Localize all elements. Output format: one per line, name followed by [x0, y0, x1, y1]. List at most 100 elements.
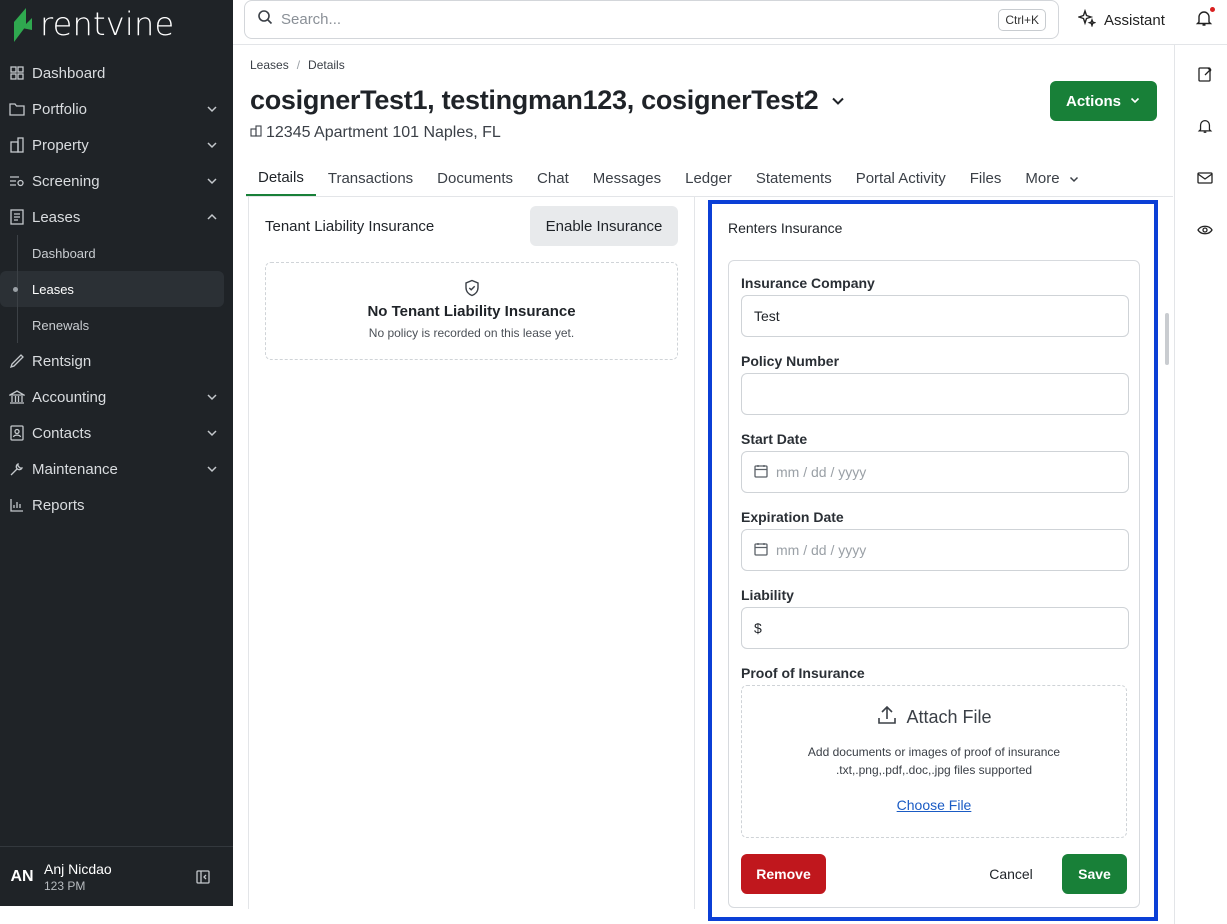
collapse-sidebar-icon[interactable] — [193, 867, 213, 887]
chevron-down-icon — [205, 174, 219, 188]
sidebar-item-dashboard[interactable]: Dashboard — [0, 55, 233, 91]
notifications-bell-icon[interactable] — [1195, 7, 1215, 29]
topbar: Search... Ctrl+K Assistant — [233, 0, 1227, 45]
liability-field[interactable]: $ — [741, 607, 1129, 649]
start-date-label: Start Date — [741, 431, 808, 447]
search-icon — [257, 9, 273, 30]
expiration-date-field[interactable]: mm / dd / yyyy — [741, 529, 1129, 571]
chevron-down-icon — [205, 102, 219, 116]
sidebar-subitem-dashboard[interactable]: Dashboard — [0, 235, 224, 271]
tab-ledger[interactable]: Ledger — [673, 160, 744, 197]
empty-subtitle: No policy is recorded on this lease yet. — [368, 326, 575, 340]
renters-insurance-form: Insurance Company Test Policy Number Sta… — [728, 260, 1140, 908]
sidebar-item-label: Screening — [32, 172, 100, 190]
choose-file-link[interactable]: Choose File — [897, 797, 972, 813]
enable-insurance-button[interactable]: Enable Insurance — [530, 206, 678, 246]
start-date-placeholder: mm / dd / yyyy — [776, 464, 867, 480]
chevron-down-icon — [830, 85, 846, 116]
notes-icon[interactable] — [1197, 66, 1215, 84]
breadcrumb-leases[interactable]: Leases — [250, 58, 289, 72]
mail-icon[interactable] — [1197, 170, 1215, 188]
lease-title: cosignerTest1, testingman123, cosignerTe… — [250, 85, 819, 115]
sidebar-item-rentsign[interactable]: Rentsign — [0, 343, 233, 379]
sidebar-item-label: Contacts — [32, 424, 92, 442]
save-button[interactable]: Save — [1062, 854, 1127, 894]
tab-details[interactable]: Details — [246, 160, 316, 197]
reports-icon — [8, 496, 26, 514]
sidebar-subitem-renewals[interactable]: Renewals — [0, 307, 224, 343]
sidebar-item-accounting[interactable]: Accounting — [0, 379, 233, 415]
sidebar-nav: Dashboard Portfolio Property Screening L… — [0, 55, 233, 523]
bell-icon[interactable] — [1197, 118, 1215, 136]
cancel-button[interactable]: Cancel — [975, 854, 1047, 894]
page-title[interactable]: cosignerTest1, testingman123, cosignerTe… — [250, 85, 846, 116]
breadcrumb: Leases / Details — [250, 58, 345, 72]
sidebar-item-label: Portfolio — [32, 100, 88, 118]
currency-prefix: $ — [754, 620, 762, 636]
breadcrumb-details: Details — [308, 58, 345, 72]
chevron-down-icon — [205, 138, 219, 152]
sidebar-item-reports[interactable]: Reports — [0, 487, 233, 523]
tab-portal-activity[interactable]: Portal Activity — [844, 160, 958, 197]
start-date-field[interactable]: mm / dd / yyyy — [741, 451, 1129, 493]
assistant-button[interactable]: Assistant — [1076, 8, 1165, 31]
empty-state: No Tenant Liability Insurance No policy … — [265, 262, 678, 360]
empty-title: No Tenant Liability Insurance — [367, 303, 576, 320]
tab-messages[interactable]: Messages — [581, 160, 673, 197]
tab-documents[interactable]: Documents — [425, 160, 525, 197]
tenant-liability-panel: Tenant Liability Insurance Enable Insura… — [248, 197, 695, 909]
rentsign-icon — [8, 352, 26, 370]
chevron-down-icon — [1129, 93, 1141, 110]
sidebar-item-portfolio[interactable]: Portfolio — [0, 91, 233, 127]
scrollbar[interactable] — [1165, 313, 1169, 365]
rentvine-leaf-icon — [14, 8, 32, 42]
insurance-company-value: Test — [754, 308, 780, 324]
portfolio-icon — [8, 100, 26, 118]
insurance-company-field[interactable]: Test — [741, 295, 1129, 337]
liability-label: Liability — [741, 587, 794, 603]
chevron-down-icon — [205, 390, 219, 404]
policy-number-field[interactable] — [741, 373, 1129, 415]
user-profile[interactable]: AN Anj Nicdao 123 PM — [0, 846, 233, 906]
building-icon — [250, 124, 262, 142]
user-time: 123 PM — [44, 878, 86, 893]
calendar-icon — [754, 542, 768, 559]
sidebar-subitem-leases[interactable]: Leases — [0, 271, 224, 307]
sidebar-item-label: Accounting — [32, 388, 107, 406]
right-rail — [1174, 45, 1227, 924]
renters-insurance-title: Renters Insurance — [728, 220, 843, 236]
chevron-up-icon — [205, 210, 219, 224]
avatar: AN — [10, 867, 34, 885]
file-dropzone[interactable]: Attach File Add documents or images of p… — [741, 685, 1127, 838]
tab-transactions[interactable]: Transactions — [316, 160, 425, 197]
tab-more[interactable]: More — [1013, 160, 1091, 197]
upload-icon — [876, 704, 898, 731]
breadcrumb-separator: / — [296, 58, 301, 72]
sidebar-item-leases[interactable]: Leases — [0, 199, 233, 235]
sidebar-item-property[interactable]: Property — [0, 127, 233, 163]
attach-description: Add documents or images of proof of insu… — [742, 743, 1126, 779]
chevron-down-icon — [205, 462, 219, 476]
rentvine-logo[interactable]: rentvine — [10, 4, 174, 44]
tab-chat[interactable]: Chat — [525, 160, 581, 197]
insurance-company-label: Insurance Company — [741, 275, 875, 291]
attach-file-types: .txt,.png,.pdf,.doc,.jpg files supported — [835, 763, 1033, 777]
remove-button[interactable]: Remove — [741, 854, 826, 894]
sidebar-item-label: Dashboard — [32, 64, 106, 82]
tab-files[interactable]: Files — [958, 160, 1014, 197]
chevron-down-icon — [1068, 173, 1080, 185]
sidebar-item-contacts[interactable]: Contacts — [0, 415, 233, 451]
chevron-down-icon — [205, 426, 219, 440]
logo-text: rentvine — [40, 5, 175, 43]
search-input[interactable]: Search... Ctrl+K — [244, 0, 1059, 39]
sidebar-item-label: Property — [32, 136, 89, 154]
sidebar-item-maintenance[interactable]: Maintenance — [0, 451, 233, 487]
sidebar-item-screening[interactable]: Screening — [0, 163, 233, 199]
actions-label: Actions — [1065, 92, 1121, 110]
eye-icon[interactable] — [1197, 222, 1215, 240]
sidebar-item-label: Rentsign — [32, 352, 92, 370]
sparkle-icon — [1076, 8, 1097, 31]
search-placeholder: Search... — [281, 11, 342, 28]
actions-button[interactable]: Actions — [1050, 81, 1157, 121]
tab-statements[interactable]: Statements — [744, 160, 844, 197]
